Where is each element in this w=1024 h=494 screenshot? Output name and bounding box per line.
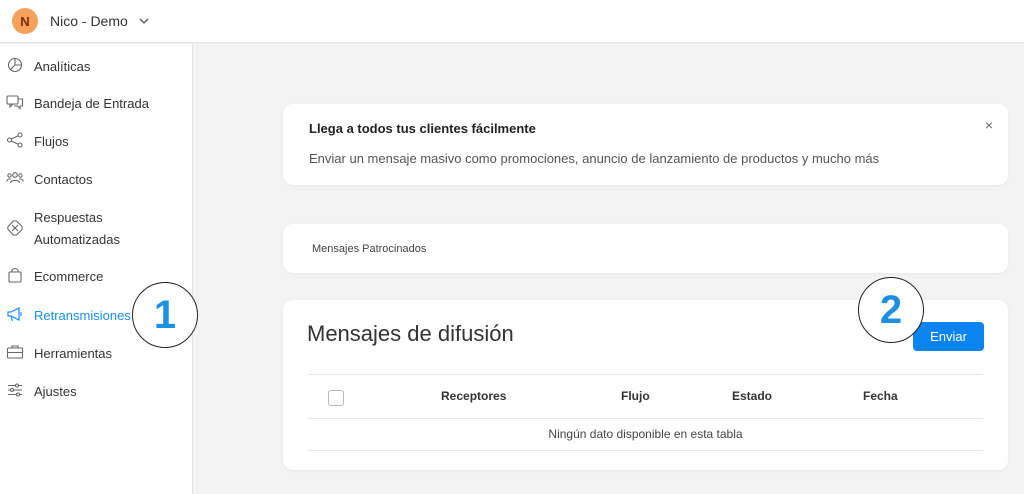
column-header-fecha[interactable]: Fecha <box>863 389 898 403</box>
sidebar-item-label: Retransmisiones <box>34 308 131 323</box>
sidebar-item-ajustes[interactable]: Ajustes <box>0 381 193 403</box>
select-all-checkbox[interactable] <box>328 390 344 406</box>
empty-table-message: Ningún dato disponible en esta tabla <box>548 427 743 441</box>
close-icon[interactable]: × <box>982 118 996 132</box>
sidebar-item-bandeja-de-entrada[interactable]: Bandeja de Entrada <box>0 93 193 115</box>
sidebar-item-flujos[interactable]: Flujos <box>0 131 193 153</box>
chat-bubbles-icon <box>6 93 24 111</box>
sidebar-item-label: Respuestas Automatizadas <box>34 210 120 247</box>
sidebar-item-label: Ajustes <box>34 384 77 399</box>
toolbox-icon <box>6 343 24 361</box>
sidebar-item-label: Ecommerce <box>34 269 104 284</box>
megaphone-icon <box>6 305 24 323</box>
pie-chart-icon <box>6 56 24 74</box>
chevron-down-icon[interactable] <box>138 15 150 27</box>
avatar[interactable]: N <box>12 8 38 34</box>
sponsored-messages-label: Mensajes Patrocinados <box>312 243 427 255</box>
section-title: Mensajes de difusión <box>307 321 514 346</box>
column-header-receptores[interactable]: Receptores <box>441 389 506 403</box>
sidebar-item-label: Analíticas <box>34 59 91 74</box>
callout-marker-2: 2 <box>858 277 924 343</box>
sidebar-item-contactos[interactable]: Contactos <box>0 169 193 191</box>
flow-nodes-icon <box>6 131 24 149</box>
column-header-estado[interactable]: Estado <box>732 389 772 403</box>
sidebar-item-label: Herramientas <box>34 346 113 361</box>
table-divider <box>308 374 983 375</box>
account-name[interactable]: Nico - Demo <box>50 13 128 29</box>
sidebar-item-analiticas[interactable]: Analíticas <box>0 56 193 78</box>
automation-icon <box>6 219 24 237</box>
banner-title: Llega a todos tus clientes fácilmente <box>309 121 536 136</box>
sidebar-item-label: Contactos <box>34 172 93 187</box>
contacts-icon <box>6 169 24 187</box>
info-banner: Llega a todos tus clientes fácilmente En… <box>283 104 1008 185</box>
table-divider <box>308 418 983 419</box>
sidebar: Analíticas Bandeja de Entrada Flujos Con… <box>0 44 193 494</box>
shopping-bag-icon <box>6 266 24 284</box>
send-button[interactable]: Enviar <box>913 322 984 351</box>
sliders-icon <box>6 381 24 399</box>
sidebar-item-label: Flujos <box>34 134 69 149</box>
top-bar: N Nico - Demo <box>0 0 1024 43</box>
banner-text: Enviar un mensaje masivo como promocione… <box>309 151 880 166</box>
column-header-flujo[interactable]: Flujo <box>621 389 650 403</box>
sponsored-messages-tab[interactable]: Mensajes Patrocinados <box>283 224 1008 273</box>
table-divider <box>308 450 983 451</box>
sidebar-item-label: Bandeja de Entrada <box>34 96 149 111</box>
sidebar-item-respuestas-automatizadas[interactable]: Respuestas Automatizadas <box>0 207 140 251</box>
callout-marker-1: 1 <box>132 282 198 348</box>
